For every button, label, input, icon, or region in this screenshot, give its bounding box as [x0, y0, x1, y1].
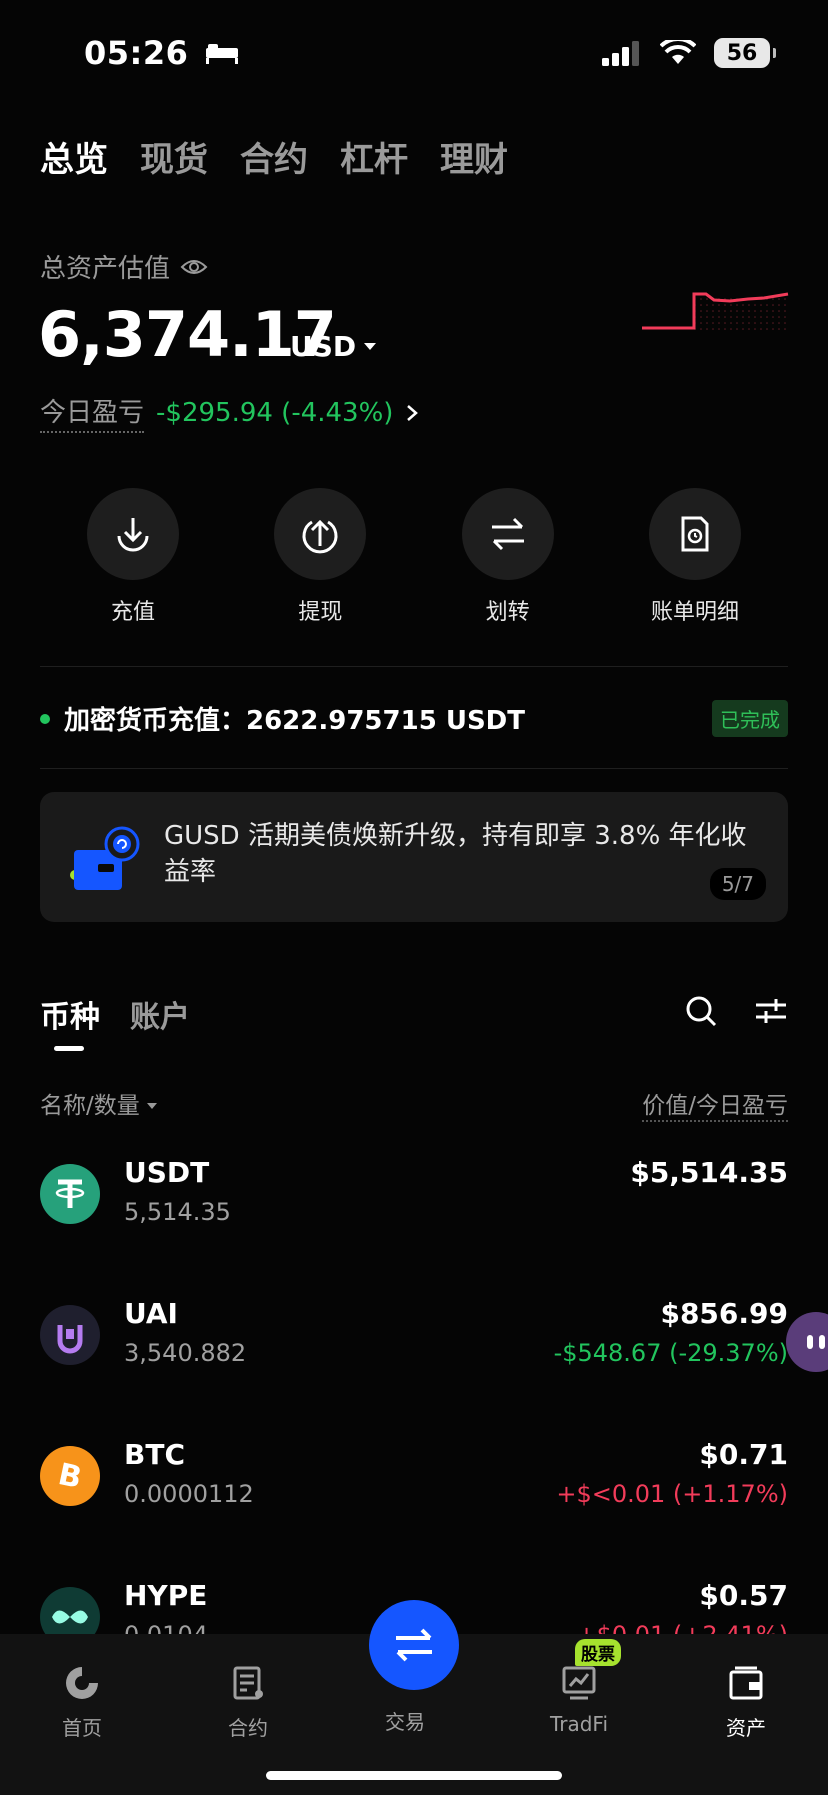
divider	[40, 768, 788, 769]
home-indicator	[266, 1771, 562, 1780]
coin-pnl: -$548.67 (-29.37%)	[553, 1339, 788, 1367]
btc-icon: B	[40, 1446, 100, 1506]
tab-spot[interactable]: 现货	[140, 132, 208, 181]
top-tabs: 总览 现货 合约 杠杆 理财	[40, 132, 508, 181]
asset-label: 总资产估值	[40, 248, 208, 285]
promo-banner[interactable]: GUSD 活期美债焕新升级，持有即享 3.8% 年化收益率 5/7	[40, 792, 788, 922]
list-item[interactable]: B BTC 0.0000112 $0.71 +$<0.01 (+1.17%)	[40, 1438, 788, 1542]
chevron-right-icon	[407, 404, 419, 421]
sleep-icon	[206, 44, 238, 64]
contract-icon	[233, 1666, 263, 1700]
tab-underline	[54, 1046, 84, 1051]
withdraw-button[interactable]: 提现	[227, 488, 413, 626]
signal-icon	[602, 41, 639, 66]
filter-icon[interactable]	[754, 994, 788, 1028]
coin-value: $0.57	[699, 1579, 788, 1612]
assistant-bubble[interactable]	[786, 1312, 828, 1372]
deposit-icon	[117, 518, 149, 552]
coin-pnl: +$<0.01 (+1.17%)	[556, 1480, 788, 1508]
coin-value: $0.71	[699, 1438, 788, 1471]
bill-icon	[681, 516, 709, 552]
tradfi-icon	[562, 1666, 596, 1700]
wifi-icon	[660, 40, 696, 64]
coin-value: $856.99	[660, 1297, 788, 1330]
withdraw-icon	[302, 519, 338, 554]
uai-icon	[40, 1305, 100, 1365]
column-value-pnl[interactable]: 价值/今日盈亏	[642, 1086, 788, 1122]
banner-text: GUSD 活期美债焕新升级，持有即享 3.8% 年化收益率	[164, 821, 747, 887]
status-badge: 已完成	[712, 700, 788, 737]
holdings-tabs: 币种 账户	[40, 992, 190, 1036]
coin-symbol: BTC	[124, 1438, 185, 1471]
svg-text:B: B	[55, 1457, 85, 1496]
coin-quantity: 5,514.35	[124, 1198, 231, 1226]
banner-pagination: 5/7	[709, 868, 766, 900]
asset-sparkline	[642, 292, 790, 330]
nav-tradfi[interactable]: TradFi	[519, 1664, 639, 1736]
deposit-notice[interactable]: 加密货币充值：2622.975715 USDT 已完成	[40, 700, 788, 737]
coin-quantity: 0.0000112	[124, 1480, 254, 1508]
caret-down-icon	[364, 342, 377, 350]
trade-button[interactable]	[369, 1600, 459, 1690]
usdt-icon	[40, 1164, 100, 1224]
swap-icon	[396, 1628, 432, 1662]
list-item[interactable]: USDT 5,514.35 $5,514.35	[40, 1156, 788, 1260]
tab-earn[interactable]: 理财	[440, 132, 508, 181]
coin-symbol: HYPE	[124, 1579, 208, 1612]
today-pnl-row[interactable]: 今日盈亏 -$295.94 (-4.43%)	[40, 392, 419, 433]
coin-value: $5,514.35	[630, 1156, 788, 1189]
nav-assets[interactable]: 资产	[686, 1664, 806, 1741]
home-icon	[66, 1667, 98, 1699]
pnl-value: -$295.94 (-4.43%)	[156, 397, 394, 428]
search-icon[interactable]	[684, 994, 718, 1028]
tab-overview[interactable]: 总览	[40, 132, 108, 181]
tab-margin[interactable]: 杠杆	[340, 132, 408, 181]
tab-futures[interactable]: 合约	[240, 132, 308, 181]
deposit-button[interactable]: 充值	[40, 488, 226, 626]
stock-badge: 股票	[575, 1639, 621, 1666]
list-item[interactable]: UAI 3,540.882 $856.99 -$548.67 (-29.37%)	[40, 1297, 788, 1401]
divider	[40, 666, 788, 667]
nav-futures[interactable]: 合约	[188, 1664, 308, 1741]
battery-indicator: 56	[714, 38, 776, 68]
nav-trade-label: 交易	[385, 1710, 425, 1734]
column-name-qty[interactable]: 名称/数量	[40, 1086, 158, 1120]
nav-home[interactable]: 首页	[22, 1664, 142, 1741]
transfer-icon	[491, 517, 524, 551]
status-time: 05:26	[84, 34, 240, 72]
list-tools	[684, 994, 788, 1028]
transfer-button[interactable]: 划转	[415, 488, 601, 626]
bill-details-button[interactable]: 账单明细	[602, 488, 788, 626]
quick-actions: 充值 提现 划转 账单明细	[40, 488, 788, 626]
status-indicators: 56	[602, 38, 776, 68]
tab-coins[interactable]: 币种	[40, 992, 100, 1036]
assets-icon	[729, 1666, 763, 1700]
coin-quantity: 3,540.882	[124, 1339, 247, 1367]
coin-symbol: USDT	[124, 1156, 210, 1189]
wallet-promo-icon	[70, 826, 140, 890]
currency-selector[interactable]: USD	[290, 330, 377, 363]
tab-accounts[interactable]: 账户	[130, 992, 190, 1036]
pnl-label: 今日盈亏	[40, 392, 145, 433]
coin-symbol: UAI	[124, 1297, 178, 1330]
caret-down-icon	[147, 1103, 158, 1109]
status-dot	[40, 713, 50, 724]
deposit-notice-text: 加密货币充值：2622.975715 USDT	[64, 706, 525, 736]
eye-icon[interactable]	[180, 257, 208, 277]
